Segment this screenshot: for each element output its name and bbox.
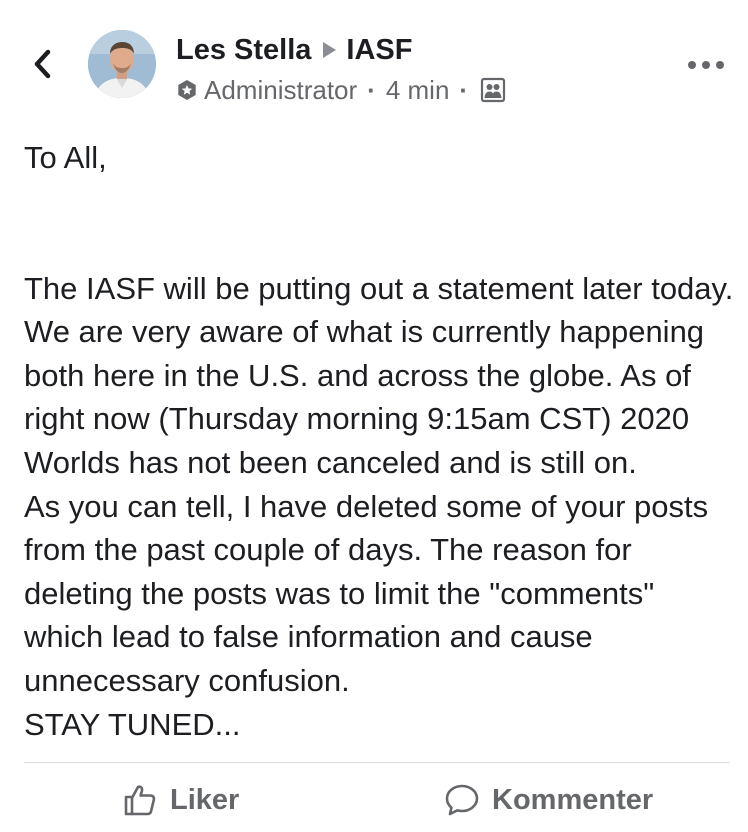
admin-badge-icon — [178, 80, 196, 100]
timestamp[interactable]: 4 min — [386, 75, 450, 106]
role-label: Administrator — [204, 74, 358, 105]
author-name[interactable]: Les Stella — [176, 34, 311, 67]
avatar[interactable] — [88, 30, 156, 98]
post-paragraph-1: The IASF will be putting out a statement… — [24, 270, 734, 480]
ellipsis-dot — [716, 61, 724, 69]
more-options-button[interactable] — [688, 58, 724, 72]
post-body: To All, The IASF will be putting out a s… — [24, 136, 734, 746]
profile-photo — [88, 30, 156, 98]
group-name[interactable]: IASF — [346, 34, 412, 67]
arrow-right-icon — [323, 42, 337, 58]
ellipsis-icon — [688, 61, 696, 69]
like-button[interactable]: Liker — [122, 778, 239, 822]
group-icon — [480, 77, 506, 103]
back-button[interactable] — [28, 46, 58, 82]
thumbs-up-icon — [124, 785, 156, 816]
post-closing: STAY TUNED... — [24, 706, 241, 742]
separator: · — [367, 74, 376, 105]
post-meta: Administrator · 4 min · — [176, 74, 506, 106]
post-header: Les Stella IASF Administrator · 4 min · — [0, 0, 748, 120]
post-greeting: To All, — [24, 140, 107, 175]
like-label: Liker — [170, 783, 240, 816]
comment-label: Kommenter — [492, 783, 654, 816]
action-divider — [24, 762, 730, 763]
separator: · — [459, 74, 469, 105]
comment-button[interactable]: Kommenter — [444, 778, 653, 822]
post-paragraph-2: As you can tell, I have deleted some of … — [24, 488, 709, 698]
speech-bubble-icon — [445, 784, 479, 816]
ellipsis-dot — [702, 61, 710, 69]
chevron-left-icon — [34, 49, 51, 79]
post-title: Les Stella IASF — [176, 32, 412, 68]
